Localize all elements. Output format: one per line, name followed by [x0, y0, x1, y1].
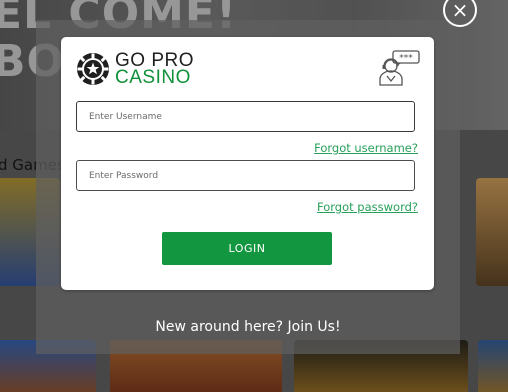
forgot-password-link[interactable]: Forgot password? — [317, 200, 418, 214]
login-card: GO PRO CASINO *** Forgot username? Forgo… — [61, 37, 434, 290]
casino-chip-icon — [77, 53, 109, 85]
close-icon: × — [451, 0, 469, 22]
logo: GO PRO CASINO — [76, 51, 194, 87]
password-input[interactable] — [76, 160, 415, 191]
username-input[interactable] — [76, 101, 415, 132]
support-agent-icon: *** — [379, 50, 420, 86]
logo-text-line2: CASINO — [115, 67, 191, 88]
join-us-link[interactable]: New around here? Join Us! — [36, 319, 460, 335]
svg-text:***: *** — [399, 54, 413, 64]
forgot-username-link[interactable]: Forgot username? — [314, 141, 418, 155]
login-button[interactable]: LOGIN — [162, 232, 332, 265]
